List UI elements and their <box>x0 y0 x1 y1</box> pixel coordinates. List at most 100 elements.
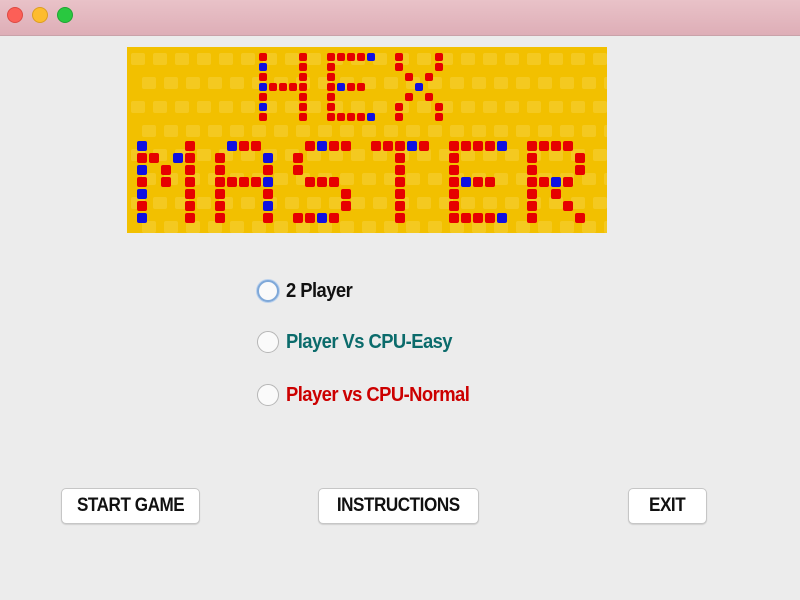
logo-dot <box>259 63 267 71</box>
logo-dot <box>263 201 273 211</box>
logo-dot <box>341 141 351 151</box>
logo-dot <box>259 93 267 101</box>
logo-dot <box>367 113 375 121</box>
logo-dot <box>461 177 471 187</box>
logo-dot <box>327 83 335 91</box>
radio-cpu-normal[interactable] <box>257 384 279 406</box>
logo-dot <box>539 141 549 151</box>
logo-dot <box>563 177 573 187</box>
logo-dot <box>337 113 345 121</box>
logo-dot <box>347 113 355 121</box>
hex-master-logo-banner <box>127 47 607 233</box>
logo-dot <box>395 141 405 151</box>
instructions-button[interactable]: INSTRUCTIONS <box>318 488 479 524</box>
logo-dot <box>435 53 443 61</box>
logo-dot <box>263 189 273 199</box>
logo-dot <box>449 213 459 223</box>
logo-dot <box>497 141 507 151</box>
maximize-window-button[interactable] <box>57 7 73 23</box>
logo-dot <box>367 53 375 61</box>
logo-dot <box>449 189 459 199</box>
logo-dot <box>485 213 495 223</box>
logo-dot <box>137 177 147 187</box>
logo-dot <box>161 165 171 175</box>
logo-dot <box>185 165 195 175</box>
logo-dot <box>383 141 393 151</box>
logo-dot <box>215 177 225 187</box>
logo-dot <box>305 213 315 223</box>
logo-dot <box>137 141 147 151</box>
logo-dot <box>527 165 537 175</box>
mode-option-2-player[interactable]: 2 Player <box>257 274 358 308</box>
logo-dot <box>497 213 507 223</box>
logo-dot <box>263 213 273 223</box>
logo-dot <box>327 103 335 111</box>
logo-dot <box>299 73 307 81</box>
logo-dot <box>415 83 423 91</box>
logo-dot <box>395 153 405 163</box>
logo-dot <box>563 141 573 151</box>
logo-dot <box>263 153 273 163</box>
logo-dot <box>185 189 195 199</box>
logo-dot <box>137 189 147 199</box>
logo-dot <box>327 93 335 101</box>
logo-dot <box>425 93 433 101</box>
logo-dot <box>575 153 585 163</box>
logo-dot <box>305 177 315 187</box>
logo-dot <box>395 189 405 199</box>
logo-dot <box>435 63 443 71</box>
logo-dot <box>575 213 585 223</box>
logo-dot <box>259 53 267 61</box>
logo-dot <box>299 83 307 91</box>
logo-dot <box>527 189 537 199</box>
logo-dot <box>269 83 277 91</box>
radio-cpu-easy[interactable] <box>257 331 279 353</box>
logo-dot <box>485 141 495 151</box>
logo-dot <box>473 177 483 187</box>
mode-label-cpu-easy: Player Vs CPU-Easy <box>286 330 453 353</box>
logo-dot <box>395 63 403 71</box>
mode-option-cpu-easy[interactable]: Player Vs CPU-Easy <box>257 325 466 359</box>
logo-dot <box>563 201 573 211</box>
logo-dot <box>299 103 307 111</box>
minimize-window-button[interactable] <box>32 7 48 23</box>
logo-dot <box>337 53 345 61</box>
logo-dot <box>485 177 495 187</box>
logo-dot <box>215 153 225 163</box>
logo-dot <box>395 53 403 61</box>
mode-label-2-player: 2 Player <box>286 279 353 302</box>
logo-dot <box>551 177 561 187</box>
logo-dot <box>327 63 335 71</box>
logo-dot <box>449 141 459 151</box>
logo-dot <box>419 141 429 151</box>
logo-dot <box>461 213 471 223</box>
logo-dot <box>395 165 405 175</box>
logo-dot <box>317 213 327 223</box>
logo-dot <box>185 153 195 163</box>
logo-dot <box>137 165 147 175</box>
logo-dot <box>395 201 405 211</box>
logo-dot <box>185 141 195 151</box>
logo-dot <box>449 165 459 175</box>
logo-dot <box>527 201 537 211</box>
logo-dot <box>173 153 183 163</box>
mode-option-cpu-normal[interactable]: Player vs CPU-Normal <box>257 378 485 412</box>
logo-dot <box>215 213 225 223</box>
logo-dot <box>239 177 249 187</box>
logo-dot <box>575 165 585 175</box>
logo-dot <box>395 213 405 223</box>
logo-dot <box>337 83 345 91</box>
logo-dot <box>137 201 147 211</box>
close-window-button[interactable] <box>7 7 23 23</box>
logo-dot <box>329 141 339 151</box>
logo-dot <box>299 113 307 121</box>
radio-2-player[interactable] <box>257 280 279 302</box>
logo-dot <box>299 53 307 61</box>
logo-dot <box>251 177 261 187</box>
logo-dot <box>395 177 405 187</box>
logo-dot <box>407 141 417 151</box>
logo-dot <box>317 177 327 187</box>
exit-button[interactable]: EXIT <box>628 488 707 524</box>
start-game-button[interactable]: START GAME <box>61 488 200 524</box>
logo-dot <box>395 113 403 121</box>
